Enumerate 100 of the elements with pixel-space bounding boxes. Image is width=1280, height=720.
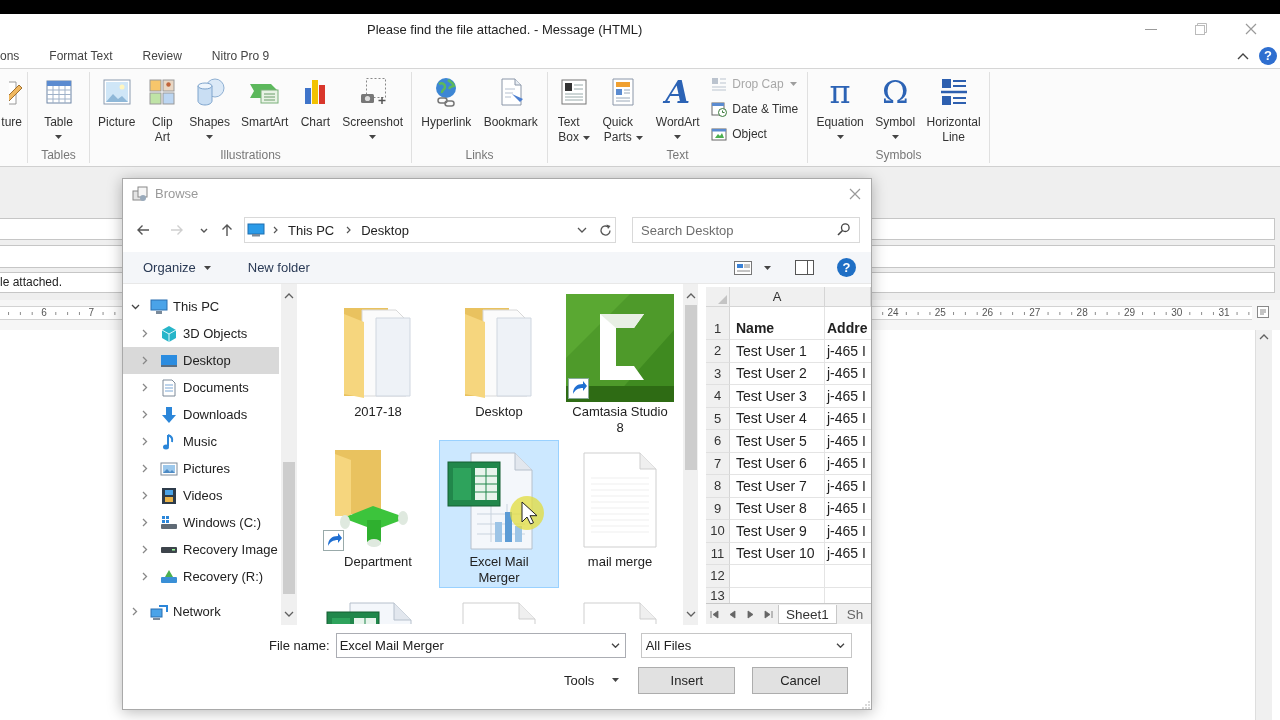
previous-sheet-icon[interactable]: [728, 609, 737, 619]
close-icon[interactable]: [849, 187, 861, 200]
refresh-icon[interactable]: [599, 223, 612, 237]
breadcrumb[interactable]: This PC: [288, 222, 335, 238]
scroll-up-icon[interactable]: [1259, 333, 1269, 341]
file-item[interactable]: 2017-18: [318, 290, 438, 438]
picture-button[interactable]: Picture: [95, 76, 139, 130]
tree-item[interactable]: Videos: [123, 482, 279, 509]
tree-item[interactable]: Desktop: [123, 347, 279, 374]
symbol-button[interactable]: Ω Symbol: [872, 76, 919, 139]
text-box-button[interactable]: Text Box: [554, 76, 593, 145]
letter-icon: A: [661, 76, 694, 108]
scroll-down-icon[interactable]: [284, 610, 294, 618]
scroll-up-icon[interactable]: [284, 292, 294, 300]
tree-item[interactable]: Documents: [123, 374, 279, 401]
column-header: A: [730, 287, 825, 307]
first-sheet-icon[interactable]: [710, 609, 719, 619]
new-folder-button[interactable]: New folder: [247, 260, 310, 275]
arrow-up-icon[interactable]: [221, 223, 233, 237]
sheet-tab[interactable]: Sh: [843, 604, 864, 624]
breadcrumb[interactable]: Desktop: [361, 222, 409, 238]
table-cell: Test User 5: [730, 430, 825, 453]
ribbon-tab[interactable]: Nitro Pro 9: [196, 44, 285, 68]
corner-triangle-icon: [718, 295, 727, 304]
tree-item[interactable]: Recovery Image: [123, 536, 279, 563]
dialog-title: Browse: [155, 186, 199, 201]
scrollbar-thumb[interactable]: [283, 462, 295, 594]
ruler-toggle-icon[interactable]: [1257, 306, 1269, 318]
organize-button[interactable]: Organize: [143, 260, 211, 275]
scrollbar-thumb[interactable]: [684, 305, 697, 470]
file-item[interactable]: Camtasia Studio 8: [560, 290, 680, 438]
scroll-down-icon[interactable]: [685, 610, 696, 618]
smartart-button[interactable]: SmartArt: [238, 76, 292, 130]
calendar-clock-icon: [711, 101, 728, 117]
table-cell: Test User 3: [730, 385, 825, 408]
chevron-down-icon[interactable]: [610, 643, 620, 648]
tree-item[interactable]: 3D Objects: [123, 320, 279, 347]
scrollbar[interactable]: [281, 284, 297, 625]
chart-button[interactable]: Chart: [296, 76, 335, 130]
tree-item[interactable]: Network: [123, 599, 279, 624]
row-header: 11: [706, 542, 730, 565]
file-item[interactable]: mail merge: [560, 440, 680, 588]
file-name-field[interactable]: Excel Mail Merger: [335, 633, 626, 658]
scrollbar[interactable]: [683, 284, 698, 625]
table-cell: Test User 2: [730, 362, 825, 385]
bookmark-button[interactable]: Bookmark: [480, 76, 541, 130]
caret-icon: [612, 678, 620, 682]
drive-icon: [160, 545, 178, 554]
hyperlink-button[interactable]: Hyperlink: [418, 76, 475, 130]
ribbon-tab[interactable]: Format Text: [34, 44, 128, 68]
object-button[interactable]: Object: [709, 123, 801, 145]
tree-item[interactable]: Recovery (R:): [123, 563, 279, 590]
chevron-up-icon[interactable]: [1237, 52, 1249, 60]
table-button[interactable]: Table: [39, 76, 78, 139]
wordart-button[interactable]: A WordArt: [652, 76, 703, 139]
help-button[interactable]: ?: [1259, 47, 1277, 65]
ruler-number: 31: [1217, 307, 1231, 319]
scroll-up-icon[interactable]: [685, 292, 696, 300]
sheet-tab[interactable]: Sheet1: [778, 604, 837, 624]
chevron-down-icon[interactable]: [577, 227, 587, 233]
tools-button[interactable]: Tools: [564, 672, 620, 688]
tree-item[interactable]: Music: [123, 428, 279, 455]
horizontal-line-button[interactable]: Horizontal Line: [923, 76, 984, 145]
close-icon[interactable]: [1245, 23, 1257, 35]
preview-pane-icon[interactable]: [795, 260, 814, 275]
address-bar[interactable]: This PC Desktop: [244, 217, 616, 243]
shapes-button[interactable]: Shapes: [186, 76, 233, 139]
table-cell: Name: [730, 307, 825, 340]
clip-art-button[interactable]: Clip Art: [143, 76, 182, 145]
ribbon-tab[interactable]: ons: [0, 44, 35, 68]
file-type-dropdown[interactable]: All Files: [640, 633, 852, 658]
ribbon-button[interactable]: ture: [0, 76, 25, 130]
ribbon-tab[interactable]: Review: [127, 44, 197, 68]
help-button[interactable]: ?: [837, 258, 856, 277]
insert-button[interactable]: Insert: [638, 666, 736, 694]
group-label: Illustrations: [220, 147, 281, 163]
search-icon[interactable]: [837, 223, 850, 236]
scrollbar[interactable]: [1255, 330, 1272, 720]
tree-item[interactable]: Pictures: [123, 455, 279, 482]
next-sheet-icon[interactable]: [746, 609, 755, 619]
tree-item[interactable]: This PC: [123, 293, 279, 320]
screenshot-button[interactable]: Screenshot: [339, 76, 406, 139]
view-icon[interactable]: [734, 260, 752, 275]
equation-button[interactable]: π Equation: [813, 76, 867, 139]
ruler-number: 6: [40, 307, 48, 319]
tree-item[interactable]: Downloads: [123, 401, 279, 428]
file-item[interactable]: Desktop: [439, 290, 559, 438]
file-item[interactable]: Excel Mail Merger: [439, 440, 559, 588]
chevron-down-icon[interactable]: [200, 227, 208, 233]
quick-parts-button[interactable]: Quick Parts: [599, 76, 647, 145]
search-field[interactable]: Search Desktop: [632, 217, 860, 243]
cancel-button[interactable]: Cancel: [752, 666, 849, 694]
tree-item[interactable]: Windows (C:): [123, 509, 279, 536]
file-item[interactable]: Department: [318, 440, 438, 588]
arrow-left-icon[interactable]: [136, 224, 150, 236]
date-time-button[interactable]: Date & Time: [709, 98, 801, 120]
document-icon: [583, 602, 657, 624]
last-sheet-icon[interactable]: [764, 609, 773, 619]
resize-grip-icon[interactable]: [862, 701, 870, 709]
spreadsheet-icon: [447, 452, 533, 550]
